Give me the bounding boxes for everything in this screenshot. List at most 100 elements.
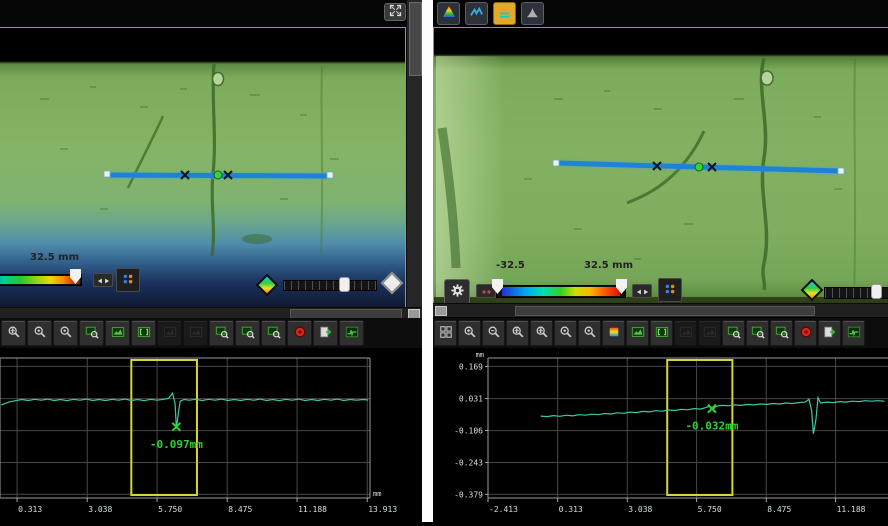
export-image-button[interactable] [313, 320, 338, 346]
depth-value-label: -0.032mm [685, 420, 738, 433]
measure-endpoint-left[interactable] [553, 160, 559, 166]
roi-zoom-icon [727, 325, 741, 342]
profile-tool-button[interactable] [339, 320, 364, 346]
surface-image-left [0, 28, 405, 307]
left-vertical-scrollbar[interactable] [406, 0, 423, 307]
surface-faint-line [854, 58, 855, 293]
mag-plus-icon [463, 325, 477, 342]
roi-box[interactable] [131, 360, 197, 495]
surface-bubble [213, 73, 224, 86]
region-search-3-button[interactable] [261, 320, 286, 346]
measure-center-point[interactable] [695, 163, 703, 171]
left-surface-viewport[interactable]: 32.5 mm [0, 27, 406, 308]
capture-image-button[interactable] [105, 320, 130, 346]
region-search-1-button[interactable] [209, 320, 234, 346]
mag-arrows-icon [535, 325, 549, 342]
display-mode-button[interactable] [116, 268, 140, 292]
measure-line[interactable] [553, 160, 844, 174]
zoom-in-button[interactable] [458, 320, 481, 346]
mag-arrows-icon [511, 325, 525, 342]
left-profile-chart[interactable]: -0.097mm0.3133.0385.7508.47511.18813.913… [0, 350, 422, 522]
surface-seam-line [761, 58, 766, 290]
region-search-2-button[interactable] [235, 320, 260, 346]
record-button[interactable] [287, 320, 312, 346]
color-scale-gradient[interactable] [0, 274, 82, 286]
scale-auto-button[interactable] [632, 284, 652, 298]
zoom-pan-button[interactable] [506, 320, 529, 346]
mag-dot-icon [583, 325, 597, 342]
image-zoom-slider[interactable] [283, 280, 377, 291]
measure-line[interactable] [104, 171, 333, 179]
x-tick-label: -2.413 [489, 505, 518, 514]
y-tick-label: -0.243 [454, 459, 483, 468]
image-zoom-slider[interactable] [824, 287, 888, 299]
y-axis-unit-label: mm [476, 351, 484, 359]
image-zoom-handle[interactable] [871, 284, 882, 299]
export-image-button[interactable] [818, 320, 841, 346]
record-icon [799, 325, 813, 342]
y-tick-label: -0.106 [454, 427, 483, 436]
x-tick-label: 5.750 [698, 505, 722, 514]
tool-disabled-2 [698, 320, 721, 346]
surface-seam-line [212, 64, 214, 256]
right-profile-chart[interactable]: -0.032mm-2.4130.3133.0385.7508.47511.188… [433, 350, 888, 522]
capture-image-button[interactable] [626, 320, 649, 346]
measure-endpoint-right[interactable] [327, 172, 333, 178]
image-gray-icon [703, 325, 717, 342]
right-surface-viewport[interactable]: -32.5 32.5 mm [433, 27, 888, 304]
region-search-2-button[interactable] [746, 320, 769, 346]
layout-button[interactable] [434, 320, 457, 346]
left-topbar [0, 0, 422, 27]
region-search-1-button[interactable] [722, 320, 745, 346]
tool-disabled-2 [183, 320, 208, 346]
scale-auto-button[interactable] [93, 273, 113, 287]
zoom-out-button[interactable] [482, 320, 505, 346]
display-mode-button[interactable] [658, 278, 682, 302]
roi-zoom-button[interactable] [79, 320, 104, 346]
x-tick-label: 8.475 [767, 505, 791, 514]
app-window: 32.5 mm -0.097mm0.313 [0, 0, 888, 522]
color-scale-gradient[interactable] [496, 285, 626, 298]
pseudo-color-button[interactable] [602, 320, 625, 346]
compare-images-button[interactable] [131, 320, 156, 346]
zoom-window-button[interactable] [530, 320, 553, 346]
measure-endpoint-left[interactable] [104, 171, 110, 177]
roi-zoom-icon [751, 325, 765, 342]
scroll-left-button[interactable] [435, 306, 447, 316]
tab-layer-view[interactable] [493, 2, 516, 25]
image-brackets-icon [137, 325, 151, 342]
tab-profile-wave-view[interactable] [465, 2, 488, 25]
zoom-fit-button[interactable] [53, 320, 78, 346]
mag-arrows-icon [7, 325, 21, 342]
zoom-actual-size-button[interactable] [554, 320, 577, 346]
tab-height-map-view[interactable] [437, 2, 460, 25]
surface-faint-line [321, 66, 322, 253]
right-inspection-panel: -32.5 32.5 mm -0.032mm-2.4130.313 [433, 0, 888, 522]
right-horizontal-scrollbar[interactable] [433, 303, 888, 317]
image-gray-icon [679, 325, 693, 342]
fullscreen-button[interactable] [384, 3, 406, 21]
measure-center-point[interactable] [214, 171, 222, 179]
compare-images-button[interactable] [650, 320, 673, 346]
arrows-lr-icon [636, 284, 649, 299]
tool-disabled-1 [674, 320, 697, 346]
depth-marker[interactable] [708, 405, 716, 413]
zoom-actual-size-button[interactable] [27, 320, 52, 346]
measure-endpoint-right[interactable] [838, 168, 844, 174]
wave-icon [469, 5, 484, 23]
tool-disabled-1 [157, 320, 182, 346]
zoom-fit-button[interactable] [578, 320, 601, 346]
zoom-pan-button[interactable] [1, 320, 26, 346]
image-zoom-handle[interactable] [339, 277, 350, 292]
tab-shape-3d-view[interactable] [521, 2, 544, 25]
gear-icon [450, 283, 465, 301]
profile-tool-button[interactable] [842, 320, 865, 346]
left-toolbar [0, 318, 422, 348]
right-horizontal-scroll-thumb[interactable] [515, 306, 815, 316]
region-search-3-button[interactable] [770, 320, 793, 346]
settings-button[interactable] [444, 279, 470, 304]
record-button[interactable] [794, 320, 817, 346]
x-tick-label: 13.913 [368, 505, 397, 514]
left-vertical-scroll-thumb[interactable] [409, 2, 422, 76]
x-tick-label: 5.750 [158, 505, 182, 514]
